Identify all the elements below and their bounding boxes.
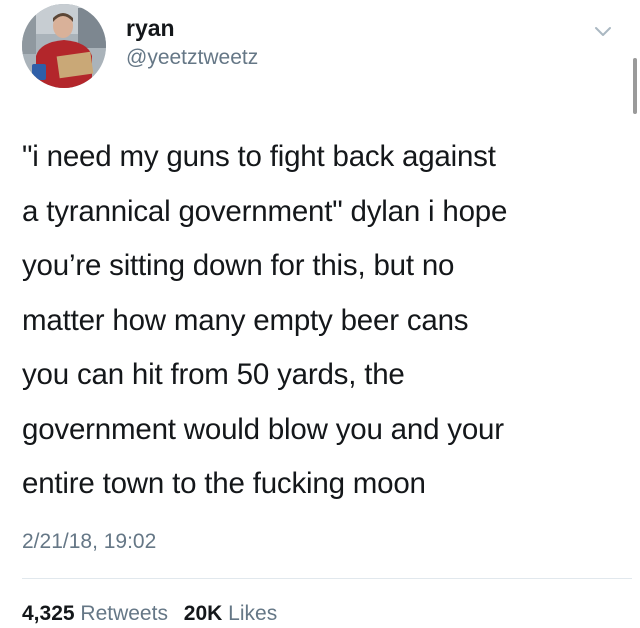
tweet-header: ryan @yeetztweetz xyxy=(22,4,622,94)
user-names: ryan @yeetztweetz xyxy=(126,14,258,72)
tweet-text-line: a tyrannical government" dylan i hope xyxy=(22,194,508,228)
retweets-count[interactable]: 4,325 xyxy=(22,602,75,625)
tweet-text-line: entire town to the fucking moon xyxy=(22,467,426,500)
tweet-card: ryan @yeetztweetz "i need my guns to fig… xyxy=(0,0,640,627)
chevron-down-icon[interactable] xyxy=(592,20,614,42)
tweet-text-line: you’re sitting down for this, but no xyxy=(22,249,455,282)
avatar[interactable] xyxy=(22,4,106,88)
tweet-text-line: you can hit from 50 yards, the xyxy=(22,358,405,391)
likes-label[interactable]: Likes xyxy=(228,602,277,625)
scrollbar[interactable] xyxy=(633,58,637,114)
tweet-timestamp[interactable]: 2/21/18, 19:02 xyxy=(22,528,156,556)
display-name[interactable]: ryan xyxy=(126,14,258,42)
tweet-text: "i need my guns to fight back against a … xyxy=(22,130,622,512)
retweets-label[interactable]: Retweets xyxy=(80,602,168,625)
tweet-text-line: "i need my guns to fight back against xyxy=(22,140,496,173)
tweet-stats: 4,325 Retweets 20K Likes xyxy=(22,600,287,628)
likes-count[interactable]: 20K xyxy=(184,602,223,625)
tweet-text-line: government would blow you and your xyxy=(22,412,504,446)
divider xyxy=(22,578,632,579)
tweet-text-line: matter how many empty beer cans xyxy=(22,303,469,337)
user-handle[interactable]: @yeetztweetz xyxy=(126,44,258,72)
